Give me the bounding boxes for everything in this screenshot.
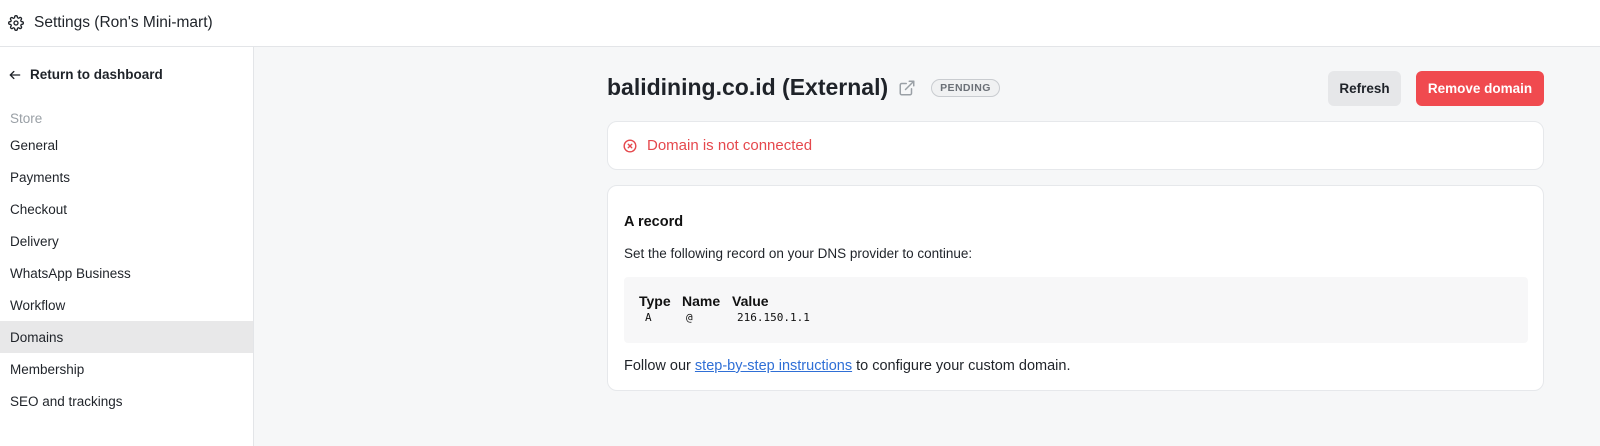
sidebar-item-checkout[interactable]: Checkout — [0, 193, 253, 225]
remove-domain-button[interactable]: Remove domain — [1416, 71, 1544, 106]
sidebar-item-delivery[interactable]: Delivery — [0, 225, 253, 257]
sidebar-item-seo-and-trackings[interactable]: SEO and trackings — [0, 385, 253, 417]
external-link-icon[interactable] — [898, 79, 916, 97]
dns-record-card: A record Set the following record on you… — [607, 185, 1544, 391]
step-by-step-instructions-link[interactable]: step-by-step instructions — [695, 358, 852, 374]
status-badge: PENDING — [931, 78, 1000, 97]
page-title: Settings (Ron's Mini-mart) — [34, 14, 213, 31]
record-description: Set the following record on your DNS pro… — [624, 246, 973, 261]
sidebar-item-payments[interactable]: Payments — [0, 161, 253, 193]
dns-header-type: Type — [639, 293, 671, 309]
dns-header-value: Value — [732, 293, 769, 309]
instructions-prefix: Follow our — [624, 358, 695, 374]
instructions-suffix: to configure your custom domain. — [852, 358, 1071, 374]
connection-alert: Domain is not connected — [607, 121, 1544, 170]
dns-record-table: Type Name Value A @ 216.150.1.1 — [624, 277, 1528, 343]
sidebar-section-label: Store — [10, 111, 43, 126]
x-circle-icon — [623, 138, 637, 153]
instructions-text: Follow our step-by-step instructions to … — [624, 358, 1071, 374]
return-to-dashboard-label: Return to dashboard — [30, 67, 163, 82]
dns-value-value: 216.150.1.1 — [737, 311, 810, 324]
dns-value-type: A — [645, 311, 652, 324]
domain-header: balidining.co.id (External) PENDING — [607, 74, 1000, 101]
sidebar-item-domains[interactable]: Domains — [0, 321, 253, 353]
refresh-button[interactable]: Refresh — [1328, 71, 1401, 106]
sidebar-item-workflow[interactable]: Workflow — [0, 289, 253, 321]
main-content: balidining.co.id (External) PENDING Refr… — [254, 47, 1600, 446]
top-bar: Settings (Ron's Mini-mart) — [0, 0, 1600, 47]
alert-text: Domain is not connected — [647, 137, 813, 154]
sidebar: Return to dashboard Store General Paymen… — [0, 47, 254, 446]
dns-header-name: Name — [682, 293, 721, 309]
record-title: A record — [624, 214, 684, 230]
sidebar-item-membership[interactable]: Membership — [0, 353, 253, 385]
domain-title: balidining.co.id (External) — [607, 74, 889, 100]
return-to-dashboard-link[interactable]: Return to dashboard — [8, 67, 163, 82]
sidebar-item-general[interactable]: General — [0, 129, 253, 161]
settings-nav: General Payments Checkout Delivery Whats… — [0, 129, 253, 417]
arrow-left-icon — [8, 68, 22, 82]
sidebar-item-whatsapp-business[interactable]: WhatsApp Business — [0, 257, 253, 289]
gear-icon — [8, 15, 24, 31]
dns-value-name: @ — [686, 311, 693, 324]
